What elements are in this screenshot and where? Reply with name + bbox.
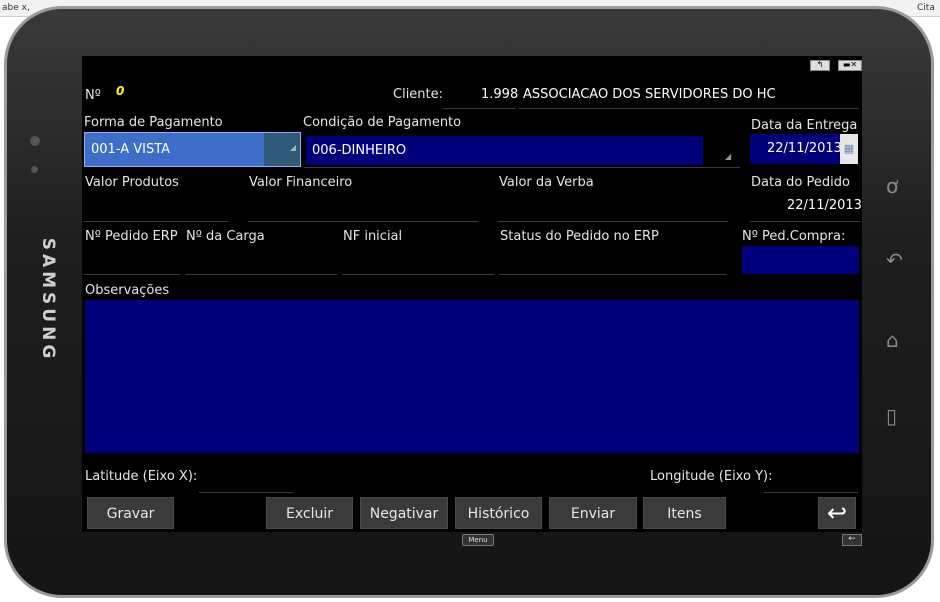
cliente-name-underline xyxy=(519,108,859,109)
gravar-button[interactable]: Gravar xyxy=(87,497,174,529)
nf-inicial-label: NF inicial xyxy=(343,229,403,244)
cliente-name: ASSOCIACAO DOS SERVIDORES DO HC xyxy=(523,87,776,102)
browser-tab-left[interactable]: abe x, xyxy=(2,3,30,13)
camera-sensor xyxy=(30,136,40,146)
pedido-erp-label: Nº Pedido ERP xyxy=(85,229,178,244)
condicao-underline xyxy=(304,167,740,168)
back-softkey-icon[interactable]: ← xyxy=(842,534,862,546)
valor-produtos-label: Valor Produtos xyxy=(85,175,179,190)
browser-tab-right[interactable]: Cita xyxy=(917,3,935,13)
latitude-field[interactable] xyxy=(199,492,293,493)
condicao-dropdown-icon[interactable]: ◢ xyxy=(725,152,731,161)
valor-financeiro-label: Valor Financeiro xyxy=(249,175,353,190)
data-pedido-value: 22/11/2013 xyxy=(787,198,862,213)
data-pedido-label: Data do Pedido xyxy=(751,175,850,190)
valor-produtos-field[interactable] xyxy=(84,221,228,222)
historico-button[interactable]: Histórico xyxy=(455,497,542,529)
brand-logo: SAMSUNG xyxy=(38,237,58,363)
app-screen: ↰ ▬✕ Nº 0 Cliente: 1.998 ASSOCIACAO DOS … xyxy=(82,56,862,532)
condicao-pagamento-label: Condição de Pagamento xyxy=(303,115,462,130)
cliente-label: Cliente: xyxy=(393,87,444,102)
dropdown-corner-icon: ◢ xyxy=(289,143,296,152)
data-entrega-value: 22/11/2013 xyxy=(767,141,842,156)
light-sensor xyxy=(31,166,38,173)
longitude-label: Longitude (Eixo Y): xyxy=(650,469,773,484)
excluir-button[interactable]: Excluir xyxy=(266,497,353,529)
condicao-pagamento-select[interactable]: 006-DINHEIRO xyxy=(306,136,703,165)
valor-verba-label: Valor da Verba xyxy=(499,175,594,190)
home-key-icon[interactable]: ⌂ xyxy=(886,330,899,350)
menu-key-icon[interactable]: ▯ xyxy=(886,406,897,426)
menu-softkey[interactable]: Menu xyxy=(462,534,494,546)
longitude-field[interactable] xyxy=(764,492,858,493)
forma-pagamento-value: 001-A VISTA xyxy=(91,142,171,157)
cliente-code-underline xyxy=(443,108,515,109)
back-arrow-icon[interactable]: ↩ xyxy=(818,497,856,529)
undo-icon[interactable]: ↰ xyxy=(810,60,830,71)
nf-inicial-field[interactable] xyxy=(342,274,494,275)
carga-label: Nº da Carga xyxy=(186,229,265,244)
carga-field[interactable] xyxy=(185,274,337,275)
observacoes-label: Observações xyxy=(85,283,170,298)
negativar-button[interactable]: Negativar xyxy=(360,497,448,529)
ped-compra-label: Nº Ped.Compra: xyxy=(742,229,846,244)
search-key-icon[interactable]: ơ xyxy=(886,176,898,196)
data-pedido-underline xyxy=(750,221,860,222)
calendar-icon[interactable]: ▦ xyxy=(840,134,858,164)
observacoes-textarea[interactable] xyxy=(85,300,859,453)
back-key-icon[interactable]: ↶ xyxy=(886,250,903,270)
forma-pagamento-label: Forma de Pagamento xyxy=(84,115,223,130)
data-entrega-label: Data da Entrega xyxy=(751,118,858,133)
itens-button[interactable]: Itens xyxy=(643,497,726,529)
condicao-pagamento-value: 006-DINHEIRO xyxy=(312,143,407,158)
numero-label: Nº xyxy=(85,88,101,103)
minimize-close-icon[interactable]: ▬✕ xyxy=(838,60,862,71)
pedido-erp-field[interactable] xyxy=(84,274,180,275)
cliente-code: 1.998 xyxy=(481,87,519,102)
forma-pagamento-select[interactable]: 001-A VISTA ◢ xyxy=(84,132,301,167)
valor-financeiro-field[interactable] xyxy=(248,221,478,222)
status-erp-label: Status do Pedido no ERP xyxy=(500,229,659,244)
latitude-label: Latitude (Eixo X): xyxy=(85,469,198,484)
valor-verba-field[interactable] xyxy=(498,221,728,222)
status-erp-field[interactable] xyxy=(499,274,727,275)
ped-compra-input[interactable] xyxy=(742,246,859,274)
enviar-button[interactable]: Enviar xyxy=(549,497,637,529)
forma-pagamento-dropdown[interactable]: ◢ xyxy=(264,133,300,166)
numero-value: 0 xyxy=(116,84,125,98)
